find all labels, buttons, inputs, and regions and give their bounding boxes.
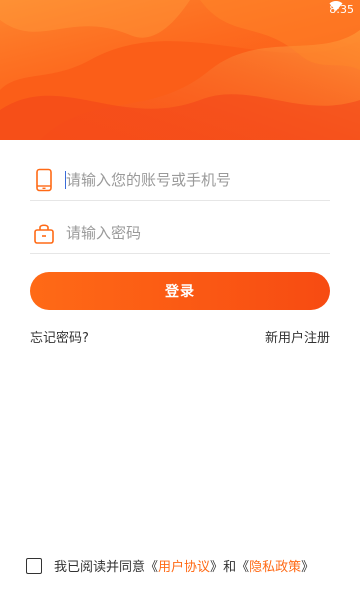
- wifi-icon: [329, 1, 343, 12]
- forgot-password-link[interactable]: 忘记密码?: [30, 327, 89, 346]
- header-banner: 8:35: [0, 0, 360, 140]
- bracket-open-1: 《: [145, 560, 159, 575]
- bracket-close-1: 》: [210, 560, 224, 575]
- lock-icon: [32, 221, 56, 245]
- phone-icon: [32, 168, 56, 192]
- account-field: [30, 160, 330, 201]
- password-input[interactable]: [66, 224, 316, 242]
- auxiliary-links: 忘记密码? 新用户注册: [30, 327, 330, 346]
- login-button[interactable]: 登录: [30, 272, 330, 310]
- account-input[interactable]: [66, 171, 316, 189]
- status-bar: 8:35: [329, 0, 354, 18]
- login-form: [30, 160, 330, 254]
- text-cursor: [65, 171, 66, 189]
- user-agreement-link[interactable]: 用户协议: [158, 556, 210, 575]
- register-link[interactable]: 新用户注册: [265, 327, 330, 346]
- agreement-prefix: 我已阅读并同意: [54, 560, 146, 575]
- abstract-background: [0, 0, 360, 140]
- agreement-and: 和: [223, 560, 237, 575]
- bracket-close-2: 》: [301, 560, 315, 575]
- login-screen: 8:35 登录: [0, 0, 360, 600]
- bracket-open-2: 《: [236, 560, 250, 575]
- privacy-policy-link[interactable]: 隐私政策: [249, 556, 301, 575]
- agreement-checkbox[interactable]: [26, 557, 42, 574]
- agreement-row: 我已阅读并同意 《 用户协议 》 和 《 隐私政策 》: [26, 556, 336, 575]
- password-field: [30, 213, 330, 254]
